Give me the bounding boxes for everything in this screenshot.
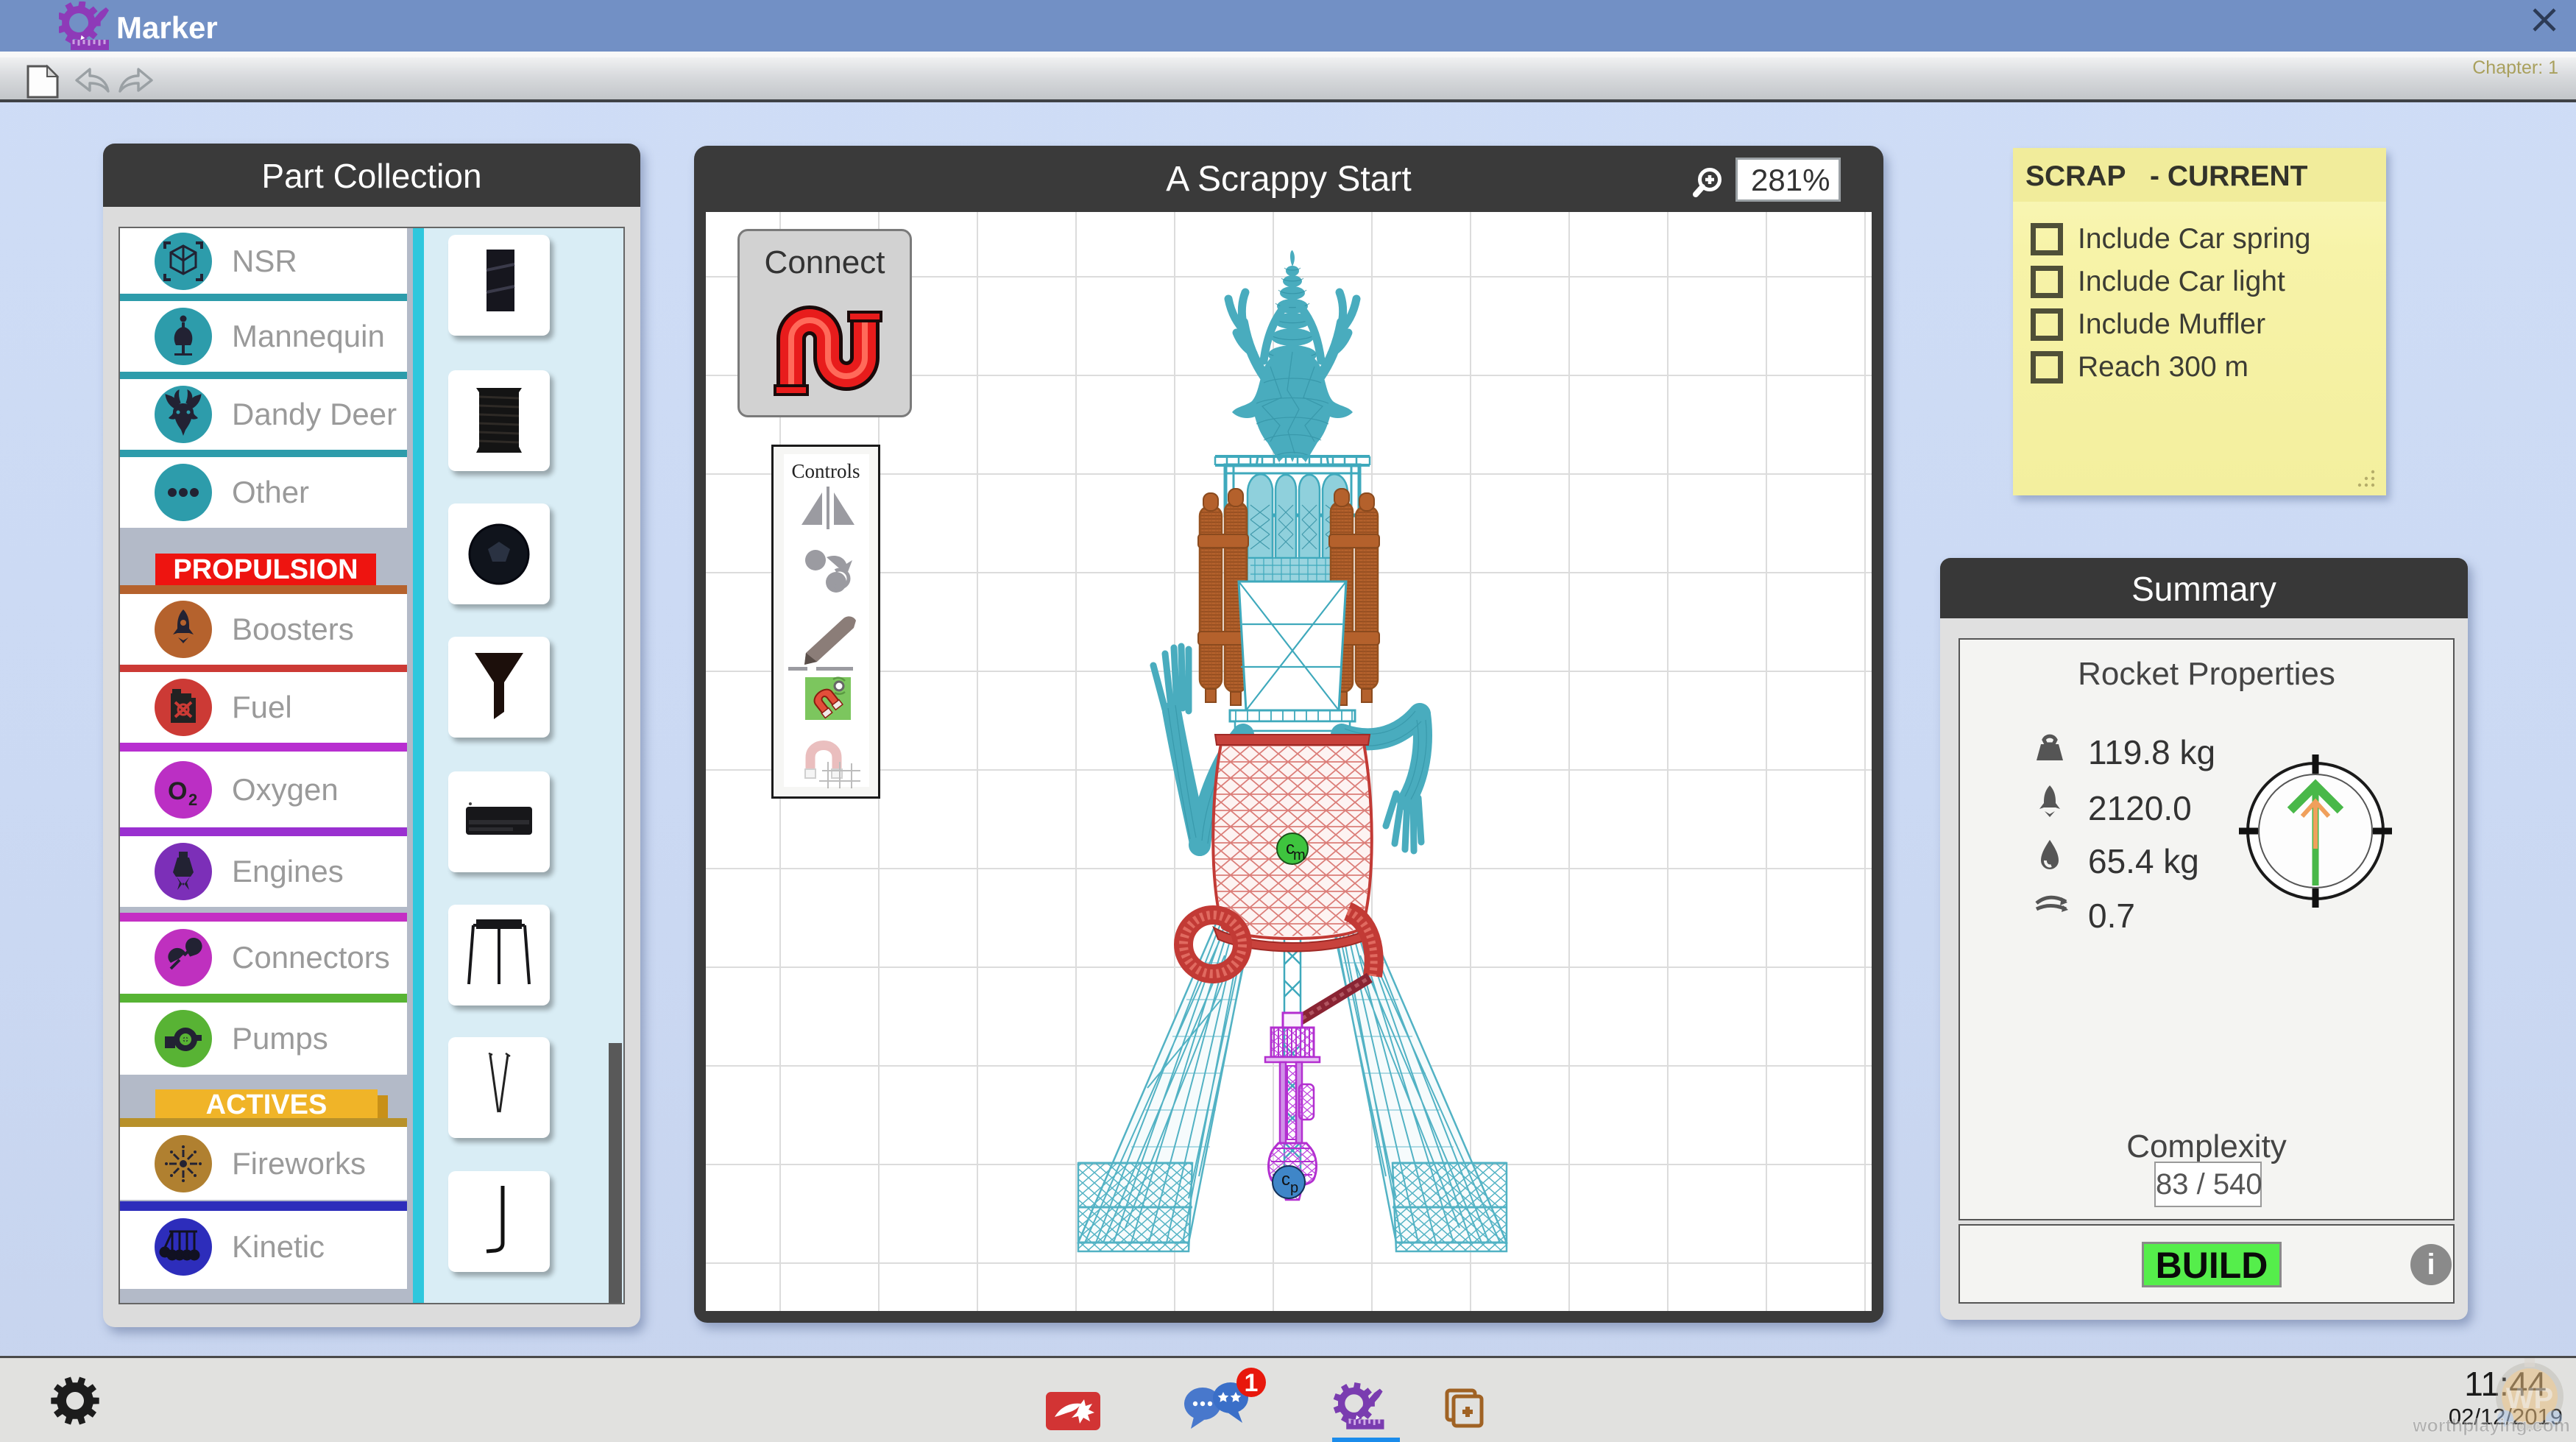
svg-text:2: 2 (188, 791, 197, 809)
svg-text:c: c (1281, 1170, 1290, 1190)
svg-text:m: m (1293, 847, 1306, 863)
svg-text:p: p (1290, 1180, 1298, 1196)
svg-text:worthplaying.com: worthplaying.com (2412, 1416, 2570, 1436)
svg-text:WP: WP (2506, 1382, 2553, 1415)
svg-text:O: O (168, 777, 187, 805)
svg-text:1: 1 (1245, 1369, 1259, 1397)
